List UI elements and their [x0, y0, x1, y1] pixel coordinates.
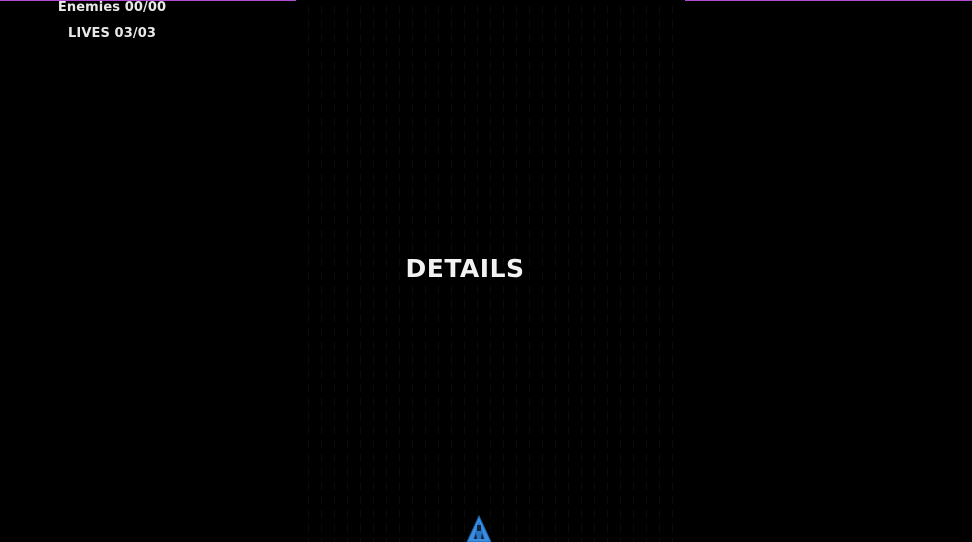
enemies-counter: Enemies 00/00 — [57, 0, 167, 15]
game-screen: Enemies 00/00 LIVES 03/03 DETAILS — [0, 0, 972, 542]
spaceship-icon — [466, 515, 492, 542]
lives-counter: LIVES 03/03 — [68, 26, 156, 41]
details-title: DETAILS — [405, 254, 525, 283]
